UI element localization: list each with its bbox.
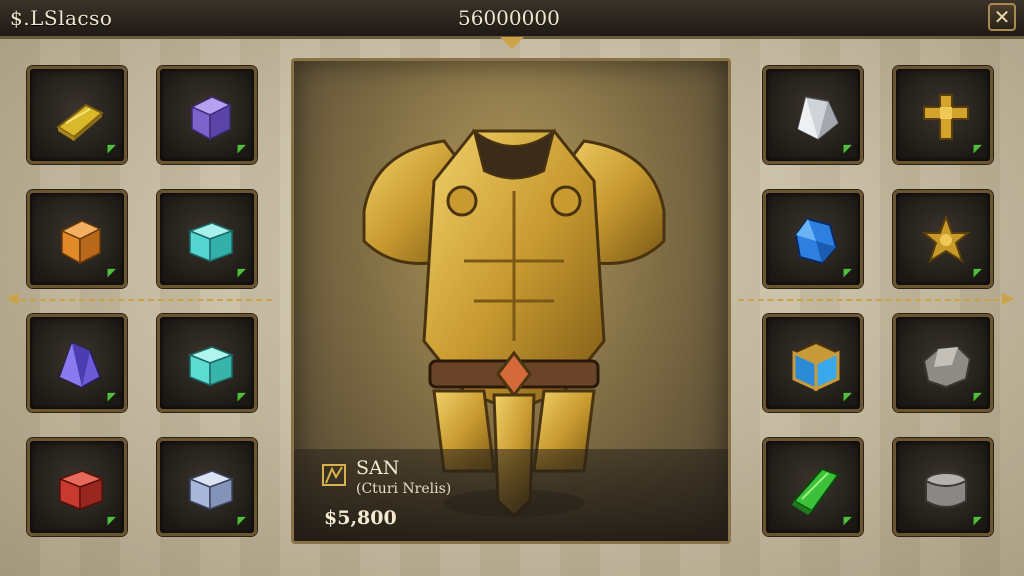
- sapphire-gem-icon: [794, 217, 838, 265]
- iron-ingot-icon: [925, 472, 967, 508]
- inventory-slot[interactable]: ◤: [157, 190, 257, 288]
- inventory-slot[interactable]: ◤: [157, 66, 257, 164]
- inventory-slot[interactable]: ◤: [157, 438, 257, 536]
- left-divider: [20, 299, 272, 301]
- owned-marker-icon: ◤: [843, 514, 852, 527]
- amethyst-crystal-icon: [59, 341, 101, 388]
- owned-marker-icon: ◤: [107, 266, 116, 279]
- owned-marker-icon: ◤: [237, 142, 246, 155]
- red-cube-icon: [57, 470, 105, 511]
- gold-ornament-icon: [923, 94, 969, 140]
- owned-marker-icon: ◤: [973, 390, 982, 403]
- item-preview-panel: SAN (Cturi Nrelis) $5,800: [291, 58, 731, 544]
- inventory-slot[interactable]: ◤: [893, 190, 993, 288]
- inventory-slot[interactable]: ◤: [27, 314, 127, 412]
- header-ornament: [500, 37, 524, 49]
- inventory-slot[interactable]: ◤: [763, 190, 863, 288]
- purple-cube-icon: [190, 96, 232, 141]
- cyan-cube-icon: [187, 222, 235, 263]
- item-price: $5,800: [324, 507, 397, 529]
- close-button[interactable]: ✕: [988, 3, 1016, 31]
- item-info-bar: SAN (Cturi Nrelis) $5,800: [294, 449, 728, 541]
- owned-marker-icon: ◤: [107, 142, 116, 155]
- top-bar: $.LSlacso 56000000 ✕: [0, 0, 1024, 39]
- inventory-slot[interactable]: ◤: [157, 314, 257, 412]
- owned-marker-icon: ◤: [843, 266, 852, 279]
- silver-cube-icon: [187, 470, 235, 511]
- orange-cube-icon: [60, 220, 102, 265]
- inventory-slot[interactable]: ◤: [763, 66, 863, 164]
- owned-marker-icon: ◤: [237, 266, 246, 279]
- owned-marker-icon: ◤: [843, 390, 852, 403]
- owned-marker-icon: ◤: [843, 142, 852, 155]
- owned-marker-icon: ◤: [973, 266, 982, 279]
- item-subtitle: (Cturi Nrelis): [356, 481, 452, 497]
- owned-marker-icon: ◤: [107, 390, 116, 403]
- inventory-slot[interactable]: ◤: [893, 438, 993, 536]
- right-divider: [738, 299, 1000, 301]
- quartz-crystal-icon: [797, 96, 839, 140]
- item-book-icon: [322, 464, 346, 486]
- inventory-slot[interactable]: ◤: [893, 314, 993, 412]
- emerald-crystal-icon: [792, 467, 840, 515]
- gold-star-icon: [921, 214, 971, 264]
- left-arrow-icon[interactable]: ◀: [6, 288, 18, 307]
- inventory-slot[interactable]: ◤: [763, 314, 863, 412]
- shop-screen: $.LSlacso 56000000 ✕ ◀ ▶ ◤ ◤ ◤ ◤ ◤ ◤ ◤ ◤…: [0, 0, 1024, 576]
- owned-marker-icon: ◤: [973, 142, 982, 155]
- stone-ore-icon: [922, 345, 972, 389]
- right-arrow-icon[interactable]: ▶: [1002, 288, 1014, 307]
- gold-bar-icon: [56, 103, 104, 141]
- inventory-slot[interactable]: ◤: [27, 438, 127, 536]
- framed-blue-cube-icon: [791, 341, 841, 392]
- inventory-slot[interactable]: ◤: [893, 66, 993, 164]
- owned-marker-icon: ◤: [237, 514, 246, 527]
- owned-marker-icon: ◤: [107, 514, 116, 527]
- gold-amount: 56000000: [458, 6, 560, 30]
- cyan-cube-icon: [187, 346, 235, 387]
- owned-marker-icon: ◤: [237, 390, 246, 403]
- inventory-slot[interactable]: ◤: [27, 190, 127, 288]
- inventory-slot[interactable]: ◤: [27, 66, 127, 164]
- inventory-slot[interactable]: ◤: [763, 438, 863, 536]
- item-name: SAN: [356, 457, 400, 479]
- owned-marker-icon: ◤: [973, 514, 982, 527]
- shop-title: $.LSlacso: [10, 6, 113, 30]
